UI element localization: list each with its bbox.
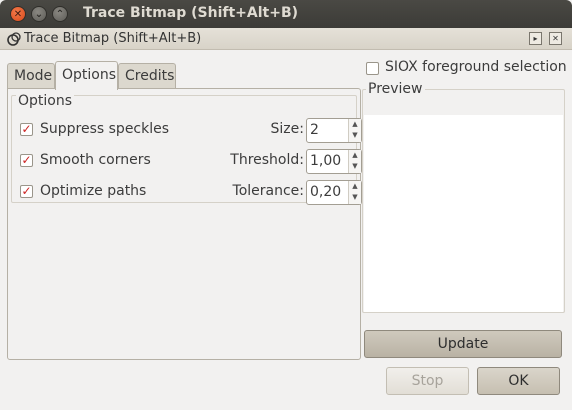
tolerance-increment-button[interactable]: ▲ bbox=[349, 181, 361, 192]
maximize-window-button[interactable]: ⌃ bbox=[52, 6, 68, 22]
stop-button[interactable]: Stop bbox=[386, 367, 469, 395]
smooth-corners-label: Smooth corners bbox=[40, 152, 151, 168]
tolerance-value: 0,20 bbox=[310, 184, 342, 200]
size-spinbox[interactable]: 2 ▲ ▼ bbox=[306, 118, 362, 143]
window-title: Trace Bitmap (Shift+Alt+B) bbox=[83, 5, 299, 21]
siox-label: SIOX foreground selection bbox=[385, 59, 567, 75]
threshold-increment-button[interactable]: ▲ bbox=[349, 150, 361, 161]
tab-mode[interactable]: Mode bbox=[7, 63, 55, 89]
size-decrement-button[interactable]: ▼ bbox=[349, 130, 361, 141]
minimize-window-button[interactable]: ⌄ bbox=[31, 6, 47, 22]
threshold-label: Threshold: bbox=[230, 152, 304, 168]
preview-frame: Preview bbox=[362, 81, 565, 313]
siox-checkbox[interactable] bbox=[366, 62, 379, 75]
optimize-paths-row: ✓ Optimize paths Tolerance: 0,20 ▲ ▼ bbox=[20, 180, 362, 205]
smooth-corners-checkbox[interactable]: ✓ bbox=[20, 154, 33, 167]
options-frame-label: Options bbox=[16, 93, 75, 109]
threshold-spin-buttons: ▲ ▼ bbox=[348, 150, 361, 173]
options-panel: Options ✓ Suppress speckles Size: 2 ▲ ▼ … bbox=[7, 88, 362, 360]
preview-area bbox=[364, 115, 563, 312]
tab-options[interactable]: Options bbox=[55, 61, 118, 90]
title-bar: ✕ ⌄ ⌃ Trace Bitmap (Shift+Alt+B) bbox=[0, 0, 572, 28]
threshold-spinbox[interactable]: 1,00 ▲ ▼ bbox=[306, 149, 362, 174]
tolerance-spinbox[interactable]: 0,20 ▲ ▼ bbox=[306, 180, 362, 205]
smooth-corners-row: ✓ Smooth corners Threshold: 1,00 ▲ ▼ bbox=[20, 149, 362, 174]
ok-button[interactable]: OK bbox=[477, 367, 560, 395]
optimize-paths-label: Optimize paths bbox=[40, 183, 147, 199]
dock-title: Trace Bitmap (Shift+Alt+B) bbox=[24, 31, 202, 46]
dock-iconify-button[interactable]: ▸ bbox=[529, 32, 542, 45]
size-label: Size: bbox=[270, 121, 304, 137]
size-increment-button[interactable]: ▲ bbox=[349, 119, 361, 130]
threshold-value: 1,00 bbox=[310, 153, 342, 169]
suppress-speckles-row: ✓ Suppress speckles Size: 2 ▲ ▼ bbox=[20, 118, 362, 143]
size-spin-buttons: ▲ ▼ bbox=[348, 119, 361, 142]
preview-label: Preview bbox=[366, 81, 425, 97]
close-window-button[interactable]: ✕ bbox=[10, 6, 26, 22]
trace-bitmap-icon bbox=[6, 31, 22, 47]
tolerance-decrement-button[interactable]: ▼ bbox=[349, 192, 361, 203]
optimize-paths-checkbox[interactable]: ✓ bbox=[20, 185, 33, 198]
suppress-speckles-label: Suppress speckles bbox=[40, 121, 170, 137]
dock-close-button[interactable]: ✕ bbox=[549, 32, 562, 45]
threshold-decrement-button[interactable]: ▼ bbox=[349, 161, 361, 172]
size-value: 2 bbox=[310, 122, 319, 138]
dock-header: Trace Bitmap (Shift+Alt+B) ▸ ✕ bbox=[0, 28, 572, 50]
tolerance-label: Tolerance: bbox=[232, 183, 304, 199]
update-button[interactable]: Update bbox=[364, 330, 562, 358]
tab-credits[interactable]: Credits bbox=[118, 63, 176, 89]
suppress-speckles-checkbox[interactable]: ✓ bbox=[20, 123, 33, 136]
tolerance-spin-buttons: ▲ ▼ bbox=[348, 181, 361, 204]
options-frame: Options ✓ Suppress speckles Size: 2 ▲ ▼ … bbox=[11, 93, 362, 205]
